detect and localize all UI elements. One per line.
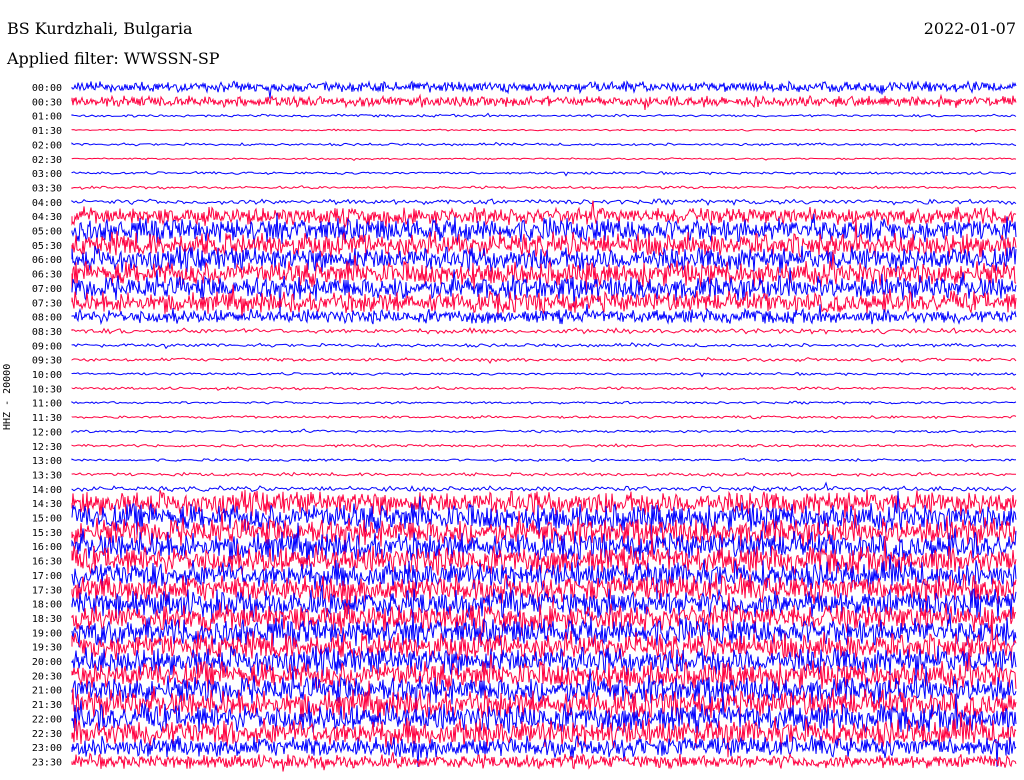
- time-label: 17:30: [32, 585, 62, 596]
- trace-line: [71, 198, 1017, 207]
- time-label: 14:30: [32, 499, 62, 510]
- time-label: 15:00: [32, 514, 62, 525]
- time-label: 11:00: [32, 399, 62, 410]
- trace-line: [71, 141, 1017, 147]
- time-label: 18:30: [32, 614, 62, 625]
- trace-line: [71, 79, 1017, 99]
- time-label: 12:00: [32, 427, 62, 438]
- time-label: 11:30: [32, 413, 62, 424]
- trace-line: [71, 400, 1017, 405]
- time-label: 01:00: [32, 112, 62, 123]
- time-label: 22:30: [32, 729, 62, 740]
- time-label: 09:30: [32, 356, 62, 367]
- time-label: 14:00: [32, 485, 62, 496]
- time-label: 02:30: [32, 155, 62, 166]
- time-label: 13:00: [32, 456, 62, 467]
- time-label: 16:00: [32, 542, 62, 553]
- time-label: 08:30: [32, 327, 62, 338]
- trace-line: [71, 371, 1017, 378]
- time-label: 04:00: [32, 198, 62, 209]
- trace-line: [71, 386, 1017, 391]
- trace-line: [71, 414, 1017, 420]
- trace-line: [71, 170, 1017, 177]
- channel-label: HHZ - 20000: [2, 363, 13, 430]
- time-label: 12:30: [32, 442, 62, 453]
- trace-line: [71, 471, 1016, 477]
- time-label: 06:00: [32, 255, 62, 266]
- helicorder-plot: 00:00 00:30 01:00 01:30 02:00 02:30 03:00 03:30…: [32, 79, 1017, 772]
- time-label: 23:30: [32, 757, 62, 768]
- time-label: 01:30: [32, 126, 62, 137]
- time-label: 19:30: [32, 643, 62, 654]
- time-label: 15:30: [32, 528, 62, 539]
- time-label: 00:30: [32, 97, 62, 108]
- trace-line: [71, 443, 1017, 448]
- time-label: 10:30: [32, 384, 62, 395]
- record-date: 2022-01-07: [923, 19, 1016, 38]
- time-label: 05:30: [32, 241, 62, 252]
- time-label: 20:00: [32, 657, 62, 668]
- trace-line: [71, 428, 1017, 434]
- time-label: 13:30: [32, 470, 62, 481]
- time-label: 00:00: [32, 83, 62, 94]
- time-label: 10:00: [32, 370, 62, 381]
- trace-line: [71, 357, 1017, 364]
- time-label-group: 00:00 00:30 01:00 01:30 02:00 02:30 03:00 03:30…: [32, 83, 62, 768]
- time-label: 07:00: [32, 284, 62, 295]
- time-label: 20:30: [32, 671, 62, 682]
- trace-line: [71, 128, 1017, 133]
- time-label: 03:30: [32, 183, 62, 194]
- filter-label: Applied filter: WWSSN-SP: [7, 49, 220, 68]
- time-label: 17:00: [32, 571, 62, 582]
- time-label: 23:00: [32, 743, 62, 754]
- time-label: 19:00: [32, 628, 62, 639]
- time-label: 21:00: [32, 686, 62, 697]
- time-label: 03:00: [32, 169, 62, 180]
- time-label: 07:30: [32, 298, 62, 309]
- time-label: 09:00: [32, 341, 62, 352]
- trace-line: [71, 481, 1017, 493]
- trace-group: [71, 79, 1017, 772]
- trace-line: [71, 112, 1017, 118]
- trace-line: [71, 93, 1017, 110]
- trace-line: [71, 342, 1017, 350]
- time-label: 08:00: [32, 313, 62, 324]
- station-title: BS Kurdzhali, Bulgaria: [7, 19, 193, 38]
- trace-line: [71, 752, 1017, 772]
- trace-line: [71, 185, 1017, 190]
- time-label: 16:30: [32, 557, 62, 568]
- trace-line: [71, 326, 1017, 335]
- time-label: 04:30: [32, 212, 62, 223]
- time-label: 05:00: [32, 227, 62, 238]
- trace-line: [71, 457, 1017, 462]
- time-label: 18:00: [32, 600, 62, 611]
- time-label: 06:30: [32, 270, 62, 281]
- time-label: 22:00: [32, 714, 62, 725]
- trace-line: [71, 157, 1017, 162]
- time-label: 02:00: [32, 140, 62, 151]
- time-label: 21:30: [32, 700, 62, 711]
